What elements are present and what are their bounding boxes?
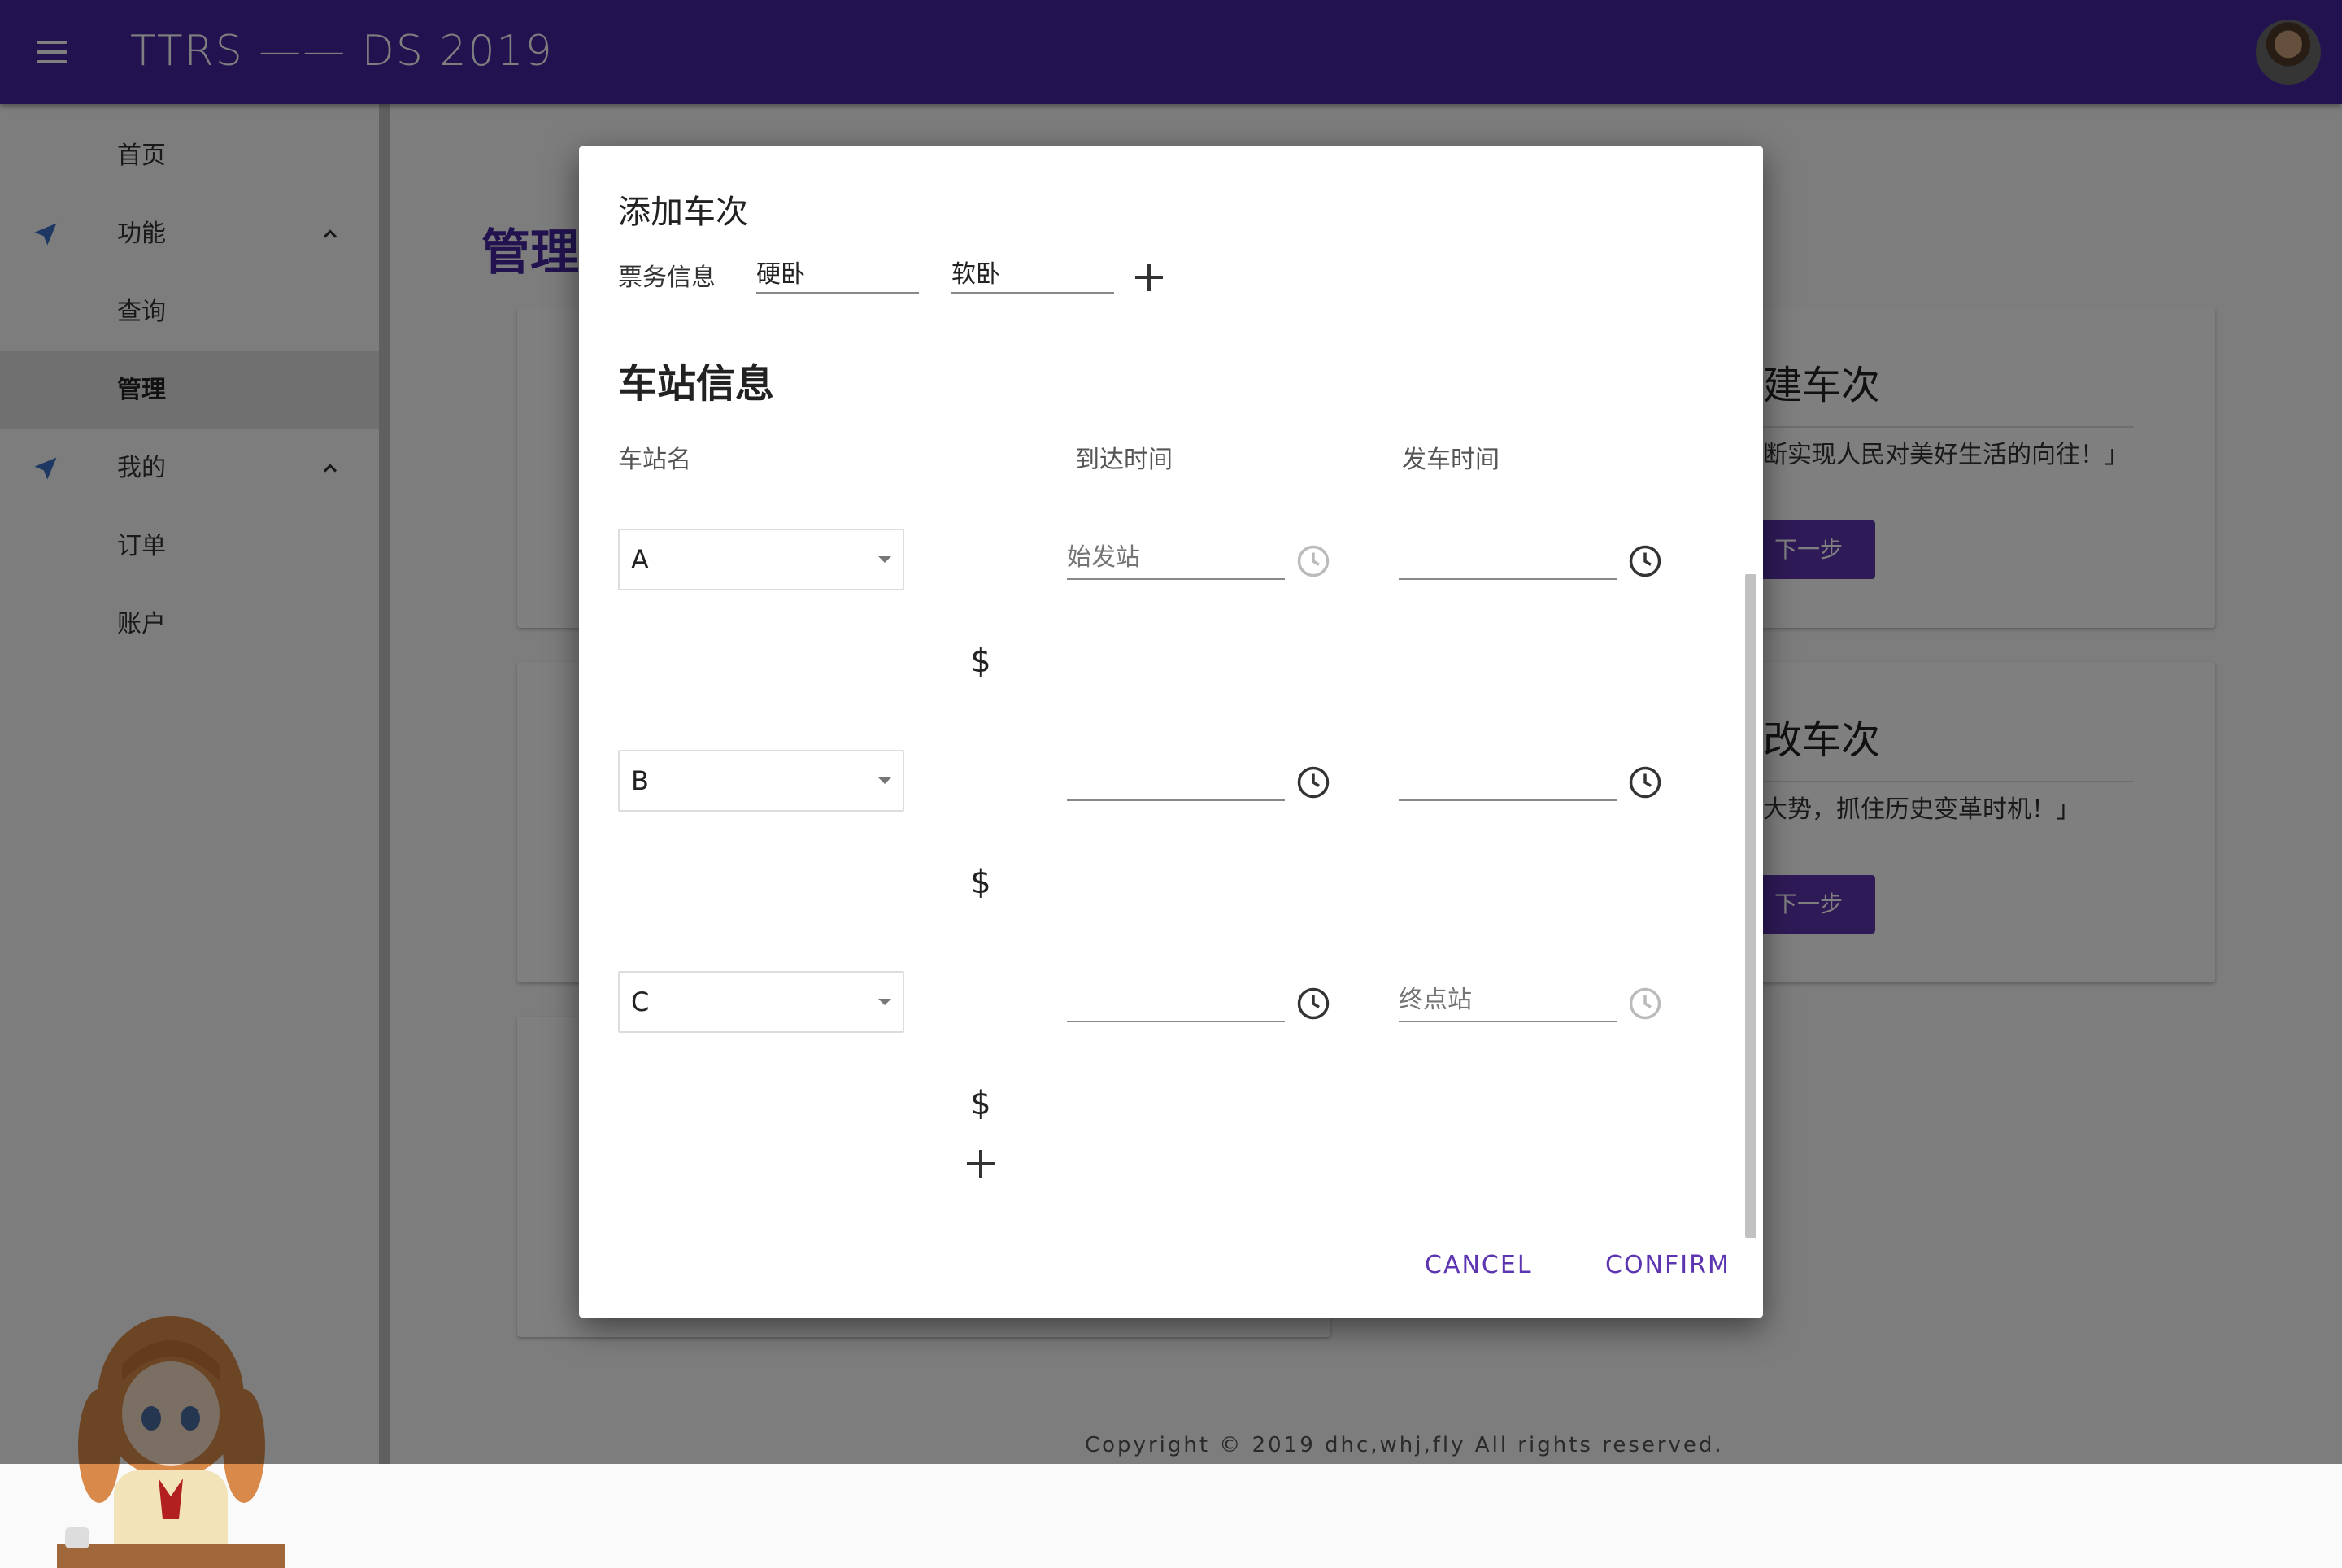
clock-icon	[1629, 987, 1661, 1020]
arrive-time-field-b[interactable]	[1067, 764, 1285, 801]
price-dollar-icon[interactable]: $	[964, 864, 997, 901]
column-header-station: 车站名	[618, 446, 691, 474]
station-select-value: C	[631, 987, 650, 1017]
depart-time-field-a[interactable]	[1399, 543, 1617, 580]
dialog-title: 添加车次	[618, 194, 748, 231]
arrive-time-field-a[interactable]	[1067, 543, 1285, 580]
dropdown-caret-icon	[878, 556, 891, 563]
clock-icon	[1297, 545, 1330, 577]
ticket-info-label: 票务信息	[618, 264, 716, 292]
dropdown-caret-icon	[878, 999, 891, 1005]
add-train-dialog: 添加车次 票务信息 车站信息 车站名 到达时间 发车时间 A $ B $ C $…	[579, 146, 1763, 1318]
clock-icon[interactable]	[1296, 987, 1330, 1021]
arrive-time-field-c[interactable]	[1067, 986, 1285, 1022]
confirm-button[interactable]: CONFIRM	[1605, 1251, 1730, 1279]
ticket-type-field-1[interactable]	[756, 257, 919, 294]
station-info-heading: 车站信息	[618, 361, 775, 407]
clock-icon[interactable]	[1628, 544, 1662, 578]
add-station-icon[interactable]	[967, 1150, 995, 1178]
dropdown-caret-icon	[878, 777, 891, 784]
cancel-button[interactable]: CANCEL	[1425, 1251, 1533, 1279]
station-select-value: B	[631, 765, 649, 796]
station-select-value: A	[631, 544, 649, 575]
ticket-type-field-2[interactable]	[951, 257, 1114, 294]
price-dollar-icon[interactable]: $	[964, 642, 997, 680]
depart-time-field-b[interactable]	[1399, 764, 1617, 801]
station-select-c[interactable]: C	[618, 971, 904, 1033]
column-header-arrive: 到达时间	[1075, 446, 1173, 474]
dialog-scrollbar[interactable]	[1745, 574, 1756, 1238]
depart-time-field-c[interactable]	[1399, 986, 1617, 1022]
clock-icon[interactable]	[1628, 765, 1662, 799]
add-ticket-type-icon[interactable]	[1135, 264, 1163, 291]
column-header-depart: 发车时间	[1402, 446, 1500, 474]
station-select-b[interactable]: B	[618, 750, 904, 812]
clock-icon[interactable]	[1296, 765, 1330, 799]
price-dollar-icon[interactable]: $	[964, 1085, 997, 1122]
station-select-a[interactable]: A	[618, 529, 904, 590]
